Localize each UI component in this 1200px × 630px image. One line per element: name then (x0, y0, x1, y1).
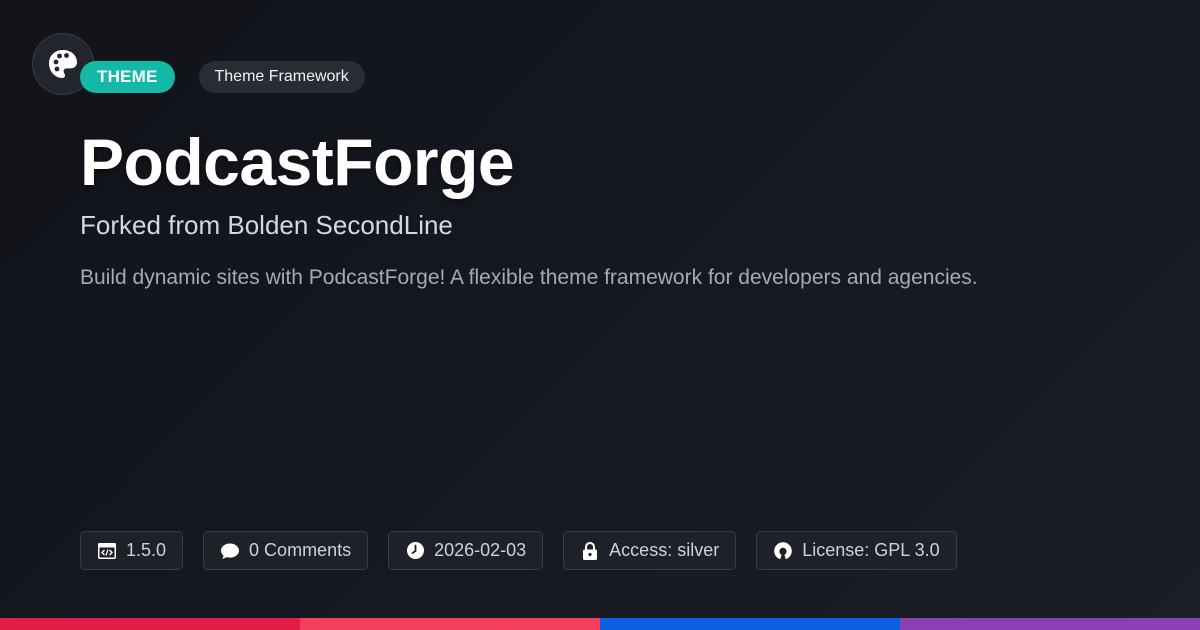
date-pill: 2026-02-03 (388, 531, 544, 570)
access-label: Access: silver (609, 540, 720, 560)
bar-segment-4 (900, 618, 1200, 630)
comment-icon (220, 541, 240, 561)
subtitle: Forked from Bolden SecondLine (80, 210, 453, 240)
version-label: 1.5.0 (126, 540, 167, 560)
date-label: 2026-02-03 (434, 540, 527, 560)
bar-segment-2 (300, 618, 600, 630)
version-pill: 1.5.0 (80, 531, 184, 570)
comments-label: 0 Comments (249, 540, 352, 560)
palette-icon (46, 47, 80, 81)
clock-icon (405, 541, 425, 561)
meta-row: 1.5.0 0 Comments 2026-02-03 Access: silv… (80, 531, 977, 570)
og-card: THEME Theme Framework PodcastForge Forke… (0, 0, 1200, 630)
lock-icon (580, 541, 600, 561)
code-icon (97, 541, 117, 561)
description: Build dynamic sites with PodcastForge! A… (80, 266, 978, 289)
license-label: License: GPL 3.0 (802, 540, 940, 560)
comments-pill[interactable]: 0 Comments (203, 531, 369, 570)
category-tag[interactable]: Theme Framework (198, 61, 365, 93)
type-badge: THEME (80, 61, 175, 93)
tag-row: THEME Theme Framework (80, 61, 365, 93)
page-title: PodcastForge (80, 125, 515, 199)
open-source-icon (773, 541, 793, 561)
color-bar (0, 618, 1200, 630)
license-pill: License: GPL 3.0 (756, 531, 957, 570)
bar-segment-1 (0, 618, 300, 630)
bar-segment-3 (600, 618, 900, 630)
access-pill: Access: silver (563, 531, 737, 570)
